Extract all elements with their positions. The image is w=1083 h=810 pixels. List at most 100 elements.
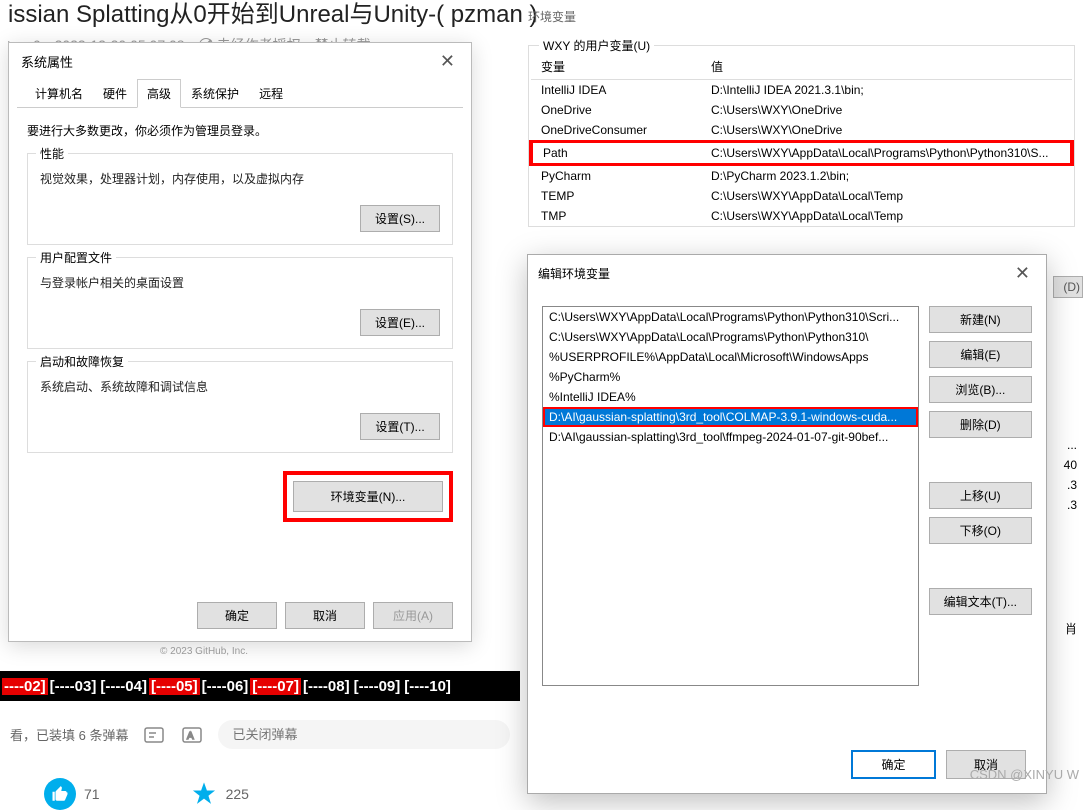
env-panel-title: 环境变量: [520, 6, 1083, 27]
user-profile-settings-button[interactable]: 设置(E)...: [360, 309, 440, 336]
path-item[interactable]: C:\Users\WXY\AppData\Local\Programs\Pyth…: [543, 307, 918, 327]
table-row[interactable]: IntelliJ IDEAD:\IntelliJ IDEA 2021.3.1\b…: [531, 80, 1072, 101]
danmu-settings-icon[interactable]: A: [180, 723, 204, 747]
performance-desc: 视觉效果，处理器计划，内存使用，以及虚拟内存: [40, 170, 440, 187]
var-value: C:\Users\WXY\OneDrive: [701, 120, 1072, 142]
like-count: 71: [84, 786, 100, 802]
dialog-title: 系统属性: [21, 52, 73, 71]
timeline-seg: [----03]: [48, 678, 99, 695]
var-name: PyCharm: [531, 165, 701, 187]
var-value: D:\PyCharm 2023.1.2\bin;: [701, 165, 1072, 187]
timeline-seg: [----04]: [98, 678, 149, 695]
var-value: C:\Users\WXY\AppData\Local\Programs\Pyth…: [701, 142, 1072, 165]
tab-system-protection[interactable]: 系统保护: [181, 79, 249, 108]
col-value[interactable]: 值: [701, 54, 1072, 80]
tab-remote[interactable]: 远程: [249, 79, 293, 108]
performance-title: 性能: [36, 145, 68, 162]
table-row[interactable]: TEMPC:\Users\WXY\AppData\Local\Temp: [531, 186, 1072, 206]
ok-button[interactable]: 确定: [851, 750, 936, 779]
user-vars-table[interactable]: 变量 值 IntelliJ IDEAD:\IntelliJ IDEA 2021.…: [529, 54, 1074, 226]
path-item[interactable]: D:\AI\gaussian-splatting\3rd_tool\COLMAP…: [543, 407, 918, 427]
tab-hardware[interactable]: 硬件: [93, 79, 137, 108]
table-row[interactable]: PyCharmD:\PyCharm 2023.1.2\bin;: [531, 165, 1072, 187]
stray-text: ...: [1067, 438, 1077, 452]
performance-settings-button[interactable]: 设置(S)...: [360, 205, 440, 232]
timeline-seg: [----09]: [352, 678, 403, 695]
env-variables-panel: 环境变量 WXY 的用户变量(U) 变量 值 IntelliJ IDEAD:\I…: [520, 6, 1083, 227]
stray-button-d[interactable]: (D): [1053, 276, 1083, 298]
path-item[interactable]: %PyCharm%: [543, 367, 918, 387]
path-item[interactable]: D:\AI\gaussian-splatting\3rd_tool\ffmpeg…: [543, 427, 918, 447]
edit-button[interactable]: 编辑(E): [929, 341, 1032, 368]
coin-count: 225: [226, 786, 249, 802]
var-value: C:\Users\WXY\OneDrive: [701, 100, 1072, 120]
apply-button[interactable]: 应用(A): [373, 602, 453, 629]
startup-recovery-group: 启动和故障恢复 系统启动、系统故障和调试信息 设置(T)...: [27, 361, 453, 453]
ok-button[interactable]: 确定: [197, 602, 277, 629]
watermark: CSDN @XINYU W: [970, 767, 1079, 782]
path-item[interactable]: %IntelliJ IDEA%: [543, 387, 918, 407]
user-profile-title: 用户配置文件: [36, 249, 116, 266]
user-vars-title: WXY 的用户变量(U): [539, 37, 654, 54]
startup-title: 启动和故障恢复: [36, 353, 128, 370]
move-down-button[interactable]: 下移(O): [929, 517, 1032, 544]
timeline-seg: [----10]: [402, 678, 453, 695]
stray-text: .3: [1067, 478, 1077, 492]
path-list[interactable]: C:\Users\WXY\AppData\Local\Programs\Pyth…: [542, 306, 919, 686]
environment-variables-button[interactable]: 环境变量(N)...: [293, 481, 443, 512]
var-value: D:\IntelliJ IDEA 2021.3.1\bin;: [701, 80, 1072, 101]
tab-computer-name[interactable]: 计算机名: [25, 79, 93, 108]
tabs: 计算机名 硬件 高级 系统保护 远程: [17, 78, 463, 108]
edit-text-button[interactable]: 编辑文本(T)...: [929, 588, 1032, 615]
col-variable[interactable]: 变量: [531, 54, 701, 80]
stray-text: 肖: [1065, 620, 1077, 637]
edit-env-title: 编辑环境变量: [538, 265, 610, 282]
browse-button[interactable]: 浏览(B)...: [929, 376, 1032, 403]
admin-note: 要进行大多数更改，你必须作为管理员登录。: [27, 122, 453, 139]
env-button-highlight: 环境变量(N)...: [283, 471, 453, 522]
var-name: TMP: [531, 206, 701, 226]
timeline-seg: ----02]: [2, 678, 48, 695]
svg-text:A: A: [187, 731, 194, 742]
path-item[interactable]: C:\Users\WXY\AppData\Local\Programs\Pyth…: [543, 327, 918, 347]
timeline-seg: [----06]: [200, 678, 251, 695]
var-name: OneDriveConsumer: [531, 120, 701, 142]
close-icon[interactable]: ✕: [1009, 263, 1036, 284]
table-row[interactable]: PathC:\Users\WXY\AppData\Local\Programs\…: [531, 142, 1072, 165]
danmu-input[interactable]: [218, 720, 510, 749]
user-profile-group: 用户配置文件 与登录帐户相关的桌面设置 设置(E)...: [27, 257, 453, 349]
timeline-seg: [----08]: [301, 678, 352, 695]
startup-desc: 系统启动、系统故障和调试信息: [40, 378, 440, 395]
like-button[interactable]: 71: [44, 778, 100, 810]
new-button[interactable]: 新建(N): [929, 306, 1032, 333]
move-up-button[interactable]: 上移(U): [929, 482, 1032, 509]
cancel-button[interactable]: 取消: [285, 602, 365, 629]
performance-group: 性能 视觉效果，处理器计划，内存使用，以及虚拟内存 设置(S)...: [27, 153, 453, 245]
table-row[interactable]: TMPC:\Users\WXY\AppData\Local\Temp: [531, 206, 1072, 226]
table-row[interactable]: OneDriveC:\Users\WXY\OneDrive: [531, 100, 1072, 120]
stray-text: 40: [1064, 458, 1077, 472]
github-copyright: © 2023 GitHub, Inc.: [160, 646, 248, 657]
coin-icon: [190, 780, 218, 808]
timeline-bar[interactable]: ----02] [----03] [----04] [----05] [----…: [0, 670, 520, 702]
timeline-seg: [----07]: [250, 678, 301, 695]
var-value: C:\Users\WXY\AppData\Local\Temp: [701, 206, 1072, 226]
thumb-up-icon: [44, 778, 76, 810]
tab-advanced[interactable]: 高级: [137, 79, 181, 108]
var-value: C:\Users\WXY\AppData\Local\Temp: [701, 186, 1072, 206]
path-item[interactable]: %USERPROFILE%\AppData\Local\Microsoft\Wi…: [543, 347, 918, 367]
var-name: Path: [531, 142, 701, 165]
startup-settings-button[interactable]: 设置(T)...: [360, 413, 440, 440]
var-name: TEMP: [531, 186, 701, 206]
delete-button[interactable]: 删除(D): [929, 411, 1032, 438]
table-row[interactable]: OneDriveConsumerC:\Users\WXY\OneDrive: [531, 120, 1072, 142]
coin-button[interactable]: 225: [190, 778, 249, 810]
stray-text: .3: [1067, 498, 1077, 512]
var-name: IntelliJ IDEA: [531, 80, 701, 101]
user-profile-desc: 与登录帐户相关的桌面设置: [40, 274, 440, 291]
var-name: OneDrive: [531, 100, 701, 120]
danmu-count-text: 看，已装填 6 条弹幕: [10, 725, 128, 744]
close-icon[interactable]: ✕: [434, 51, 461, 72]
system-properties-dialog: 系统属性 ✕ 计算机名 硬件 高级 系统保护 远程 要进行大多数更改，你必须作为…: [8, 42, 472, 642]
danmu-toggle-icon[interactable]: [142, 723, 166, 747]
